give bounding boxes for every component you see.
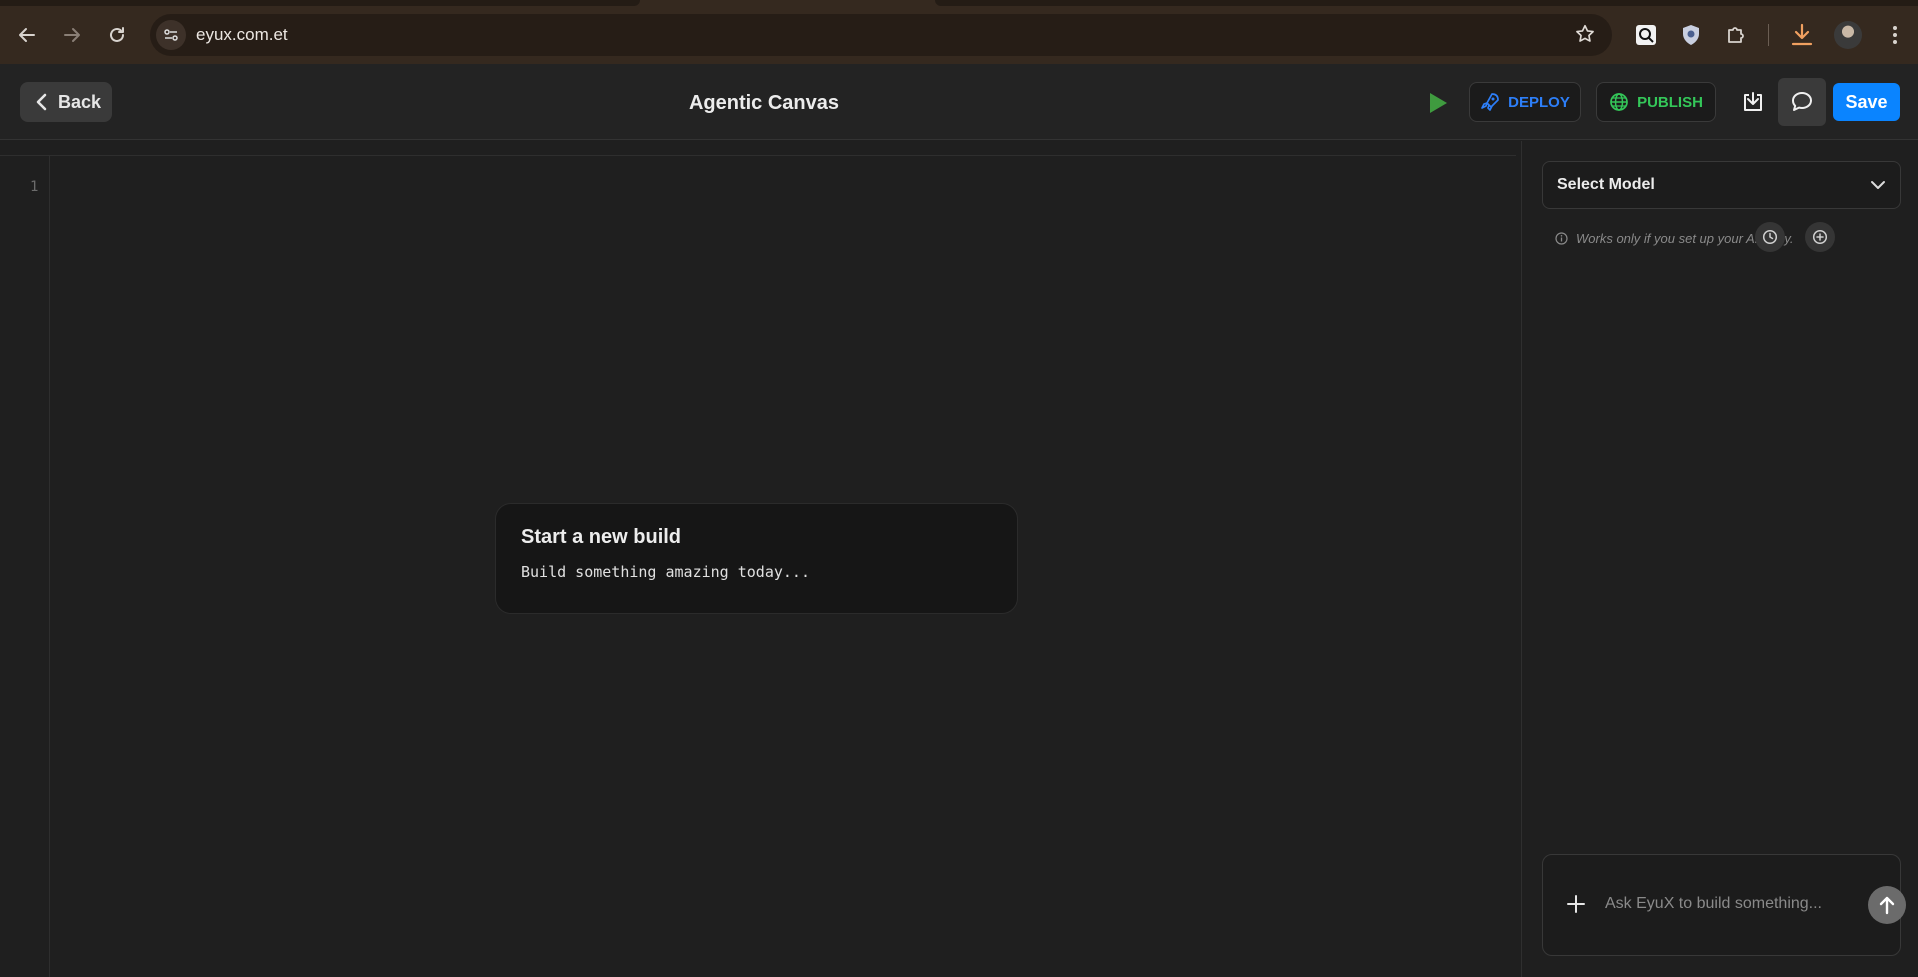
- chat-toggle-button[interactable]: [1778, 78, 1826, 126]
- history-clock-icon: [1762, 229, 1778, 245]
- download-tray-icon: [1744, 92, 1762, 111]
- deploy-label: DEPLOY: [1508, 93, 1570, 111]
- shield-extension-icon[interactable]: [1676, 20, 1706, 50]
- download-icon[interactable]: [1787, 20, 1817, 50]
- back-arrow-icon[interactable]: [10, 18, 44, 52]
- page-title: Agentic Canvas: [688, 92, 840, 114]
- site-settings-icon[interactable]: [156, 20, 186, 50]
- forward-arrow-icon[interactable]: [55, 18, 89, 52]
- tab-strip-left: [0, 0, 640, 6]
- empty-state-subtitle: Build something amazing today...: [521, 563, 810, 581]
- attach-button[interactable]: [1563, 891, 1589, 917]
- publish-label: PUBLISH: [1637, 93, 1703, 111]
- line-gutter: [0, 156, 50, 977]
- globe-icon: [1610, 93, 1628, 111]
- deploy-button[interactable]: DEPLOY: [1469, 82, 1581, 122]
- chat-bubble-icon: [1792, 92, 1812, 111]
- puzzle-extensions-icon[interactable]: [1721, 20, 1751, 50]
- toolbar-divider: [1768, 24, 1769, 46]
- address-bar[interactable]: eyux.com.et: [150, 14, 1612, 56]
- empty-state-title: Start a new build: [521, 526, 682, 548]
- code-editor[interactable]: 1 Start a new build Build something amaz…: [0, 141, 1520, 977]
- send-button[interactable]: [1868, 886, 1906, 924]
- profile-avatar[interactable]: [1834, 21, 1862, 49]
- prompt-input[interactable]: [1605, 895, 1835, 913]
- bookmark-star-icon[interactable]: [1574, 23, 1596, 50]
- play-icon: [1430, 93, 1447, 113]
- tab-strip-right: [935, 0, 1918, 6]
- browser-toolbar: eyux.com.et: [0, 0, 1918, 64]
- prompt-composer: [1542, 854, 1906, 956]
- empty-state-card: Start a new build Build something amazin…: [495, 503, 1018, 614]
- reload-icon[interactable]: [100, 18, 134, 52]
- editor-divider: [0, 155, 1516, 156]
- publish-button[interactable]: PUBLISH: [1596, 82, 1716, 122]
- search-lens-extension-icon[interactable]: [1631, 20, 1661, 50]
- line-number: 1: [30, 179, 39, 195]
- save-button[interactable]: Save: [1833, 83, 1900, 121]
- model-select[interactable]: Select Model: [1542, 161, 1901, 209]
- run-button[interactable]: [1425, 90, 1451, 116]
- kebab-menu-icon[interactable]: [1880, 20, 1910, 50]
- rocket-icon: [1481, 93, 1500, 111]
- history-button[interactable]: [1755, 222, 1785, 252]
- chevron-down-icon: [1871, 181, 1885, 189]
- model-select-label: Select Model: [1557, 176, 1655, 193]
- assistant-panel: Select Model Works only if you set up yo…: [1521, 141, 1918, 977]
- arrow-up-icon: [1879, 896, 1895, 915]
- info-icon: [1555, 232, 1568, 245]
- url-text[interactable]: eyux.com.et: [196, 25, 288, 45]
- plus-circle-icon: [1812, 229, 1828, 245]
- app-header: Back Agentic Canvas DEPLOY PUBLISH Save: [0, 64, 1918, 140]
- download-code-button[interactable]: [1733, 82, 1773, 122]
- new-chat-button[interactable]: [1805, 222, 1835, 252]
- plus-icon: [1567, 895, 1585, 913]
